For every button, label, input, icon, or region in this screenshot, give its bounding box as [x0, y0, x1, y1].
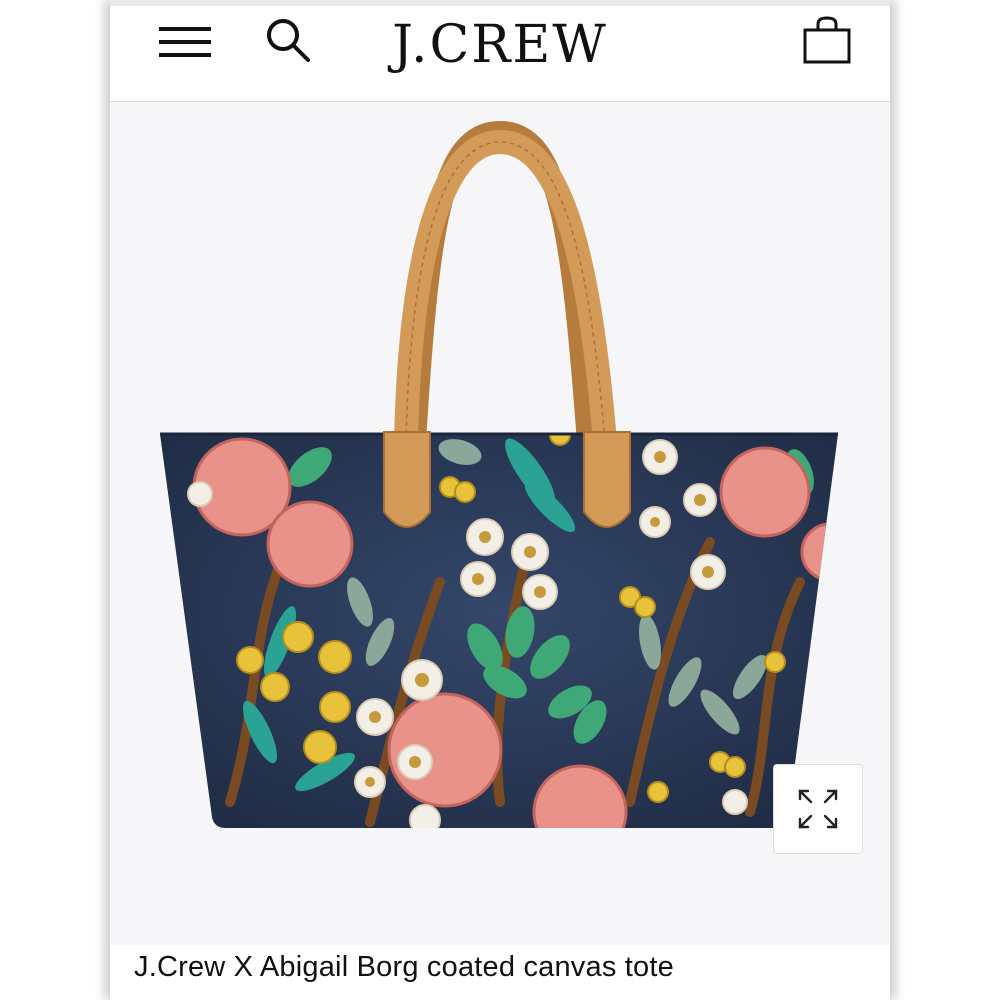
search-icon [267, 19, 310, 62]
menu-button[interactable] [156, 18, 214, 66]
expand-image-button[interactable] [773, 764, 863, 854]
site-header: J.CREW [110, 6, 890, 102]
mobile-page: J.CREW J.Crew X Abigail Borg coated canv… [110, 0, 890, 1000]
product-image-area[interactable] [110, 102, 890, 945]
brand-logo[interactable]: J.CREW [350, 10, 650, 80]
cart-button[interactable] [798, 12, 856, 68]
search-button[interactable] [262, 14, 314, 66]
hamburger-menu-icon [159, 27, 211, 57]
product-info: J.Crew X Abigail Borg coated canvas tote [110, 945, 890, 1000]
expand-arrows-icon [798, 789, 838, 829]
product-title: J.Crew X Abigail Borg coated canvas tote [134, 951, 674, 983]
shopping-bag-icon [803, 16, 851, 64]
tote-body [160, 432, 838, 828]
